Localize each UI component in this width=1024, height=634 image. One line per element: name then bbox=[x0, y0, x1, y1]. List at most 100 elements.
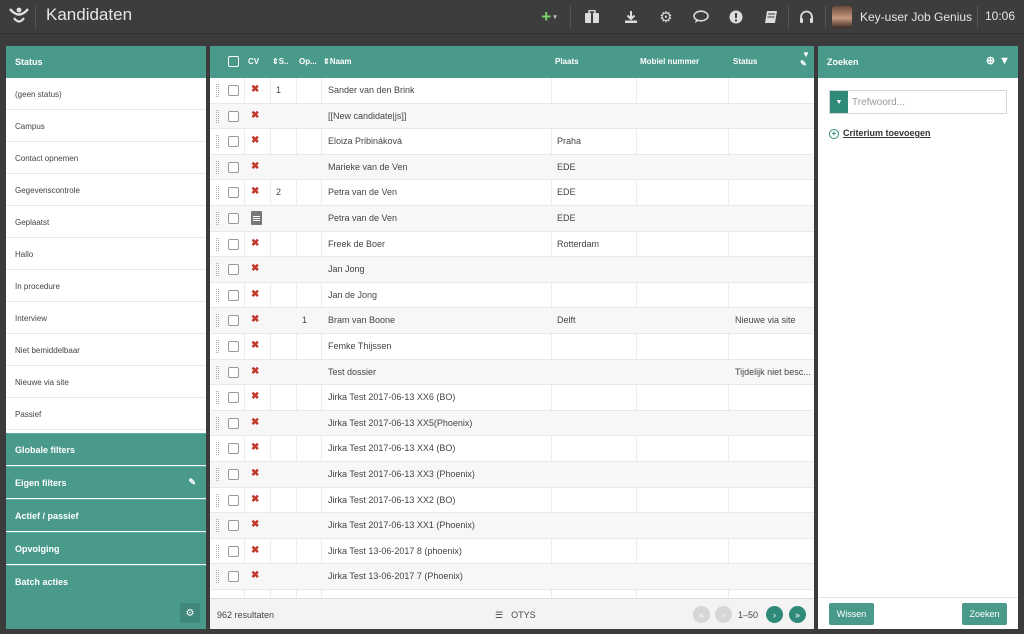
cell-naam[interactable]: Freek de Boer bbox=[328, 239, 548, 249]
section-globale-filters[interactable]: Globale filters bbox=[6, 433, 206, 465]
status-filter-item[interactable]: Hallo bbox=[6, 238, 206, 270]
column-mobiel[interactable]: Mobiel nummer bbox=[640, 57, 699, 66]
status-filter-item[interactable]: Gegevenscontrole bbox=[6, 174, 206, 206]
drag-handle[interactable] bbox=[216, 135, 219, 149]
column-plaats[interactable]: Plaats bbox=[555, 57, 579, 66]
drag-handle[interactable] bbox=[216, 442, 219, 456]
drag-handle[interactable] bbox=[216, 544, 219, 558]
table-row[interactable]: ✖ 1 Sander van den Brink bbox=[210, 78, 814, 104]
drag-handle[interactable] bbox=[216, 570, 219, 584]
cell-naam[interactable]: Eloiza Pribináková bbox=[328, 136, 548, 146]
table-row[interactable]: ✖ Jirka Test 2017-06-13 XX5(Phoenix) bbox=[210, 410, 814, 437]
section-opvolging[interactable]: Opvolging bbox=[6, 532, 206, 564]
cell-naam[interactable]: Test dossier bbox=[328, 367, 548, 377]
cell-naam[interactable]: Femke Thijssen bbox=[328, 341, 548, 351]
drag-handle[interactable] bbox=[216, 493, 219, 507]
cell-naam[interactable]: Jan Jong bbox=[328, 264, 548, 274]
alert-icon[interactable] bbox=[722, 6, 750, 28]
row-checkbox[interactable] bbox=[228, 366, 239, 378]
row-checkbox[interactable] bbox=[228, 315, 239, 327]
drag-handle[interactable] bbox=[216, 211, 219, 225]
download-icon[interactable] bbox=[617, 6, 645, 28]
column-status[interactable]: Status bbox=[733, 57, 757, 66]
next-page-button[interactable]: › bbox=[766, 606, 783, 623]
status-header[interactable]: Status bbox=[6, 46, 206, 78]
add-criterium-link[interactable]: + Criterium toevoegen bbox=[829, 128, 931, 139]
cell-naam[interactable]: Jan de Jong bbox=[328, 290, 548, 300]
table-row[interactable]: ✖ Marieke van de Ven EDE bbox=[210, 154, 814, 181]
drag-handle[interactable] bbox=[216, 263, 219, 277]
table-row[interactable]: ✖ Jirka Test 2017-06-13 XX1 (Phoenix) bbox=[210, 513, 814, 539]
table-row[interactable]: ✖ Femke Thijssen bbox=[210, 334, 814, 360]
drag-handle[interactable] bbox=[216, 186, 219, 200]
cell-naam[interactable]: Jirka Test 13-06-2017 7 (Phoenix) bbox=[328, 571, 548, 581]
table-row[interactable]: ✖ 1 Bram van Boone Delft Nieuwe via site bbox=[210, 308, 814, 334]
cell-naam[interactable]: Marieke van de Ven bbox=[328, 162, 548, 172]
row-checkbox[interactable] bbox=[228, 85, 239, 96]
table-row[interactable]: ✖ 2 Petra van de Ven EDE bbox=[210, 180, 814, 206]
table-row[interactable]: ✖ Jan de Jong bbox=[210, 283, 814, 309]
status-filter-item[interactable]: Geplaatst bbox=[6, 206, 206, 238]
row-checkbox[interactable] bbox=[228, 494, 239, 506]
row-checkbox[interactable] bbox=[228, 392, 239, 404]
table-row[interactable]: ✖ Jirka Test 2017-06-13 XX2 (BO) bbox=[210, 488, 814, 514]
clear-button[interactable]: Wissen bbox=[829, 603, 874, 625]
table-row[interactable]: ✖ [[New candidate|js]] bbox=[210, 103, 814, 130]
filter-icon[interactable]: ▼ bbox=[999, 55, 1010, 67]
column-naam[interactable]: ⇕Naam bbox=[323, 57, 352, 66]
first-page-button[interactable]: « bbox=[693, 606, 710, 623]
status-filter-item[interactable]: In procedure bbox=[6, 270, 206, 302]
otys-export[interactable]: ☰ OTYS bbox=[495, 610, 536, 621]
cell-naam[interactable]: Jirka Test 2017-06-13 XX4 (BO) bbox=[328, 443, 548, 453]
table-row[interactable]: ✖ Jan Jong bbox=[210, 257, 814, 283]
drag-handle[interactable] bbox=[216, 467, 219, 481]
row-checkbox[interactable] bbox=[228, 264, 239, 276]
keyword-input[interactable] bbox=[852, 93, 1002, 111]
table-row[interactable]: ✖ Freek de Boer Rotterdam bbox=[210, 232, 814, 258]
row-checkbox[interactable] bbox=[228, 520, 239, 532]
edit-columns-icon[interactable]: ✎ bbox=[800, 59, 807, 68]
status-filter-item[interactable]: Passief bbox=[6, 398, 206, 430]
table-row[interactable]: Petra van de Ven EDE bbox=[210, 205, 814, 232]
row-checkbox[interactable] bbox=[228, 340, 239, 352]
row-checkbox[interactable] bbox=[228, 468, 239, 480]
row-checkbox[interactable] bbox=[228, 545, 239, 557]
row-checkbox[interactable] bbox=[228, 212, 239, 224]
chat-icon[interactable] bbox=[687, 6, 715, 28]
gear-icon[interactable]: ⚙ bbox=[652, 6, 680, 28]
row-checkbox[interactable] bbox=[228, 571, 239, 583]
status-filter-item[interactable]: Nieuwe via site bbox=[6, 366, 206, 398]
status-filter-item[interactable]: Campus bbox=[6, 110, 206, 142]
drag-handle[interactable] bbox=[216, 109, 219, 123]
select-all-checkbox[interactable] bbox=[228, 56, 239, 67]
row-checkbox[interactable] bbox=[228, 238, 239, 250]
section-eigen-filters[interactable]: Eigen filters ✎ bbox=[6, 466, 206, 498]
cell-naam[interactable]: Jirka Test 2017-06-13 XX1 (Phoenix) bbox=[328, 520, 548, 530]
cell-naam[interactable]: Jirka Test 2017-06-13 XX3 (Phoenix) bbox=[328, 469, 548, 479]
table-row[interactable]: ✖ Eloiza Pribináková Praha bbox=[210, 129, 814, 155]
search-button[interactable]: Zoeken bbox=[962, 603, 1007, 625]
table-row[interactable]: ✖ Jirka Test 2017-06-13 XX3 (Phoenix) bbox=[210, 461, 814, 488]
cell-naam[interactable]: Bram van Boone bbox=[328, 315, 548, 325]
section-batch-acties[interactable]: Batch acties bbox=[6, 565, 206, 597]
row-checkbox[interactable] bbox=[228, 161, 239, 173]
cell-naam[interactable]: Jirka Test 2017-06-13 XX2 (BO) bbox=[328, 495, 548, 505]
drag-handle[interactable] bbox=[216, 84, 219, 97]
row-checkbox[interactable] bbox=[228, 110, 239, 122]
book-icon[interactable] bbox=[757, 6, 785, 28]
row-checkbox[interactable] bbox=[228, 443, 239, 455]
status-filter-item[interactable]: Niet bemiddelbaar bbox=[6, 334, 206, 366]
cv-document-icon[interactable] bbox=[251, 210, 262, 225]
column-s[interactable]: ⇕S.. bbox=[272, 57, 288, 66]
drag-handle[interactable] bbox=[216, 160, 219, 174]
row-checkbox[interactable] bbox=[228, 136, 239, 148]
column-filter-icon[interactable]: ▼ bbox=[802, 50, 810, 59]
status-filter-item[interactable]: Contact opnemen bbox=[6, 142, 206, 174]
drag-handle[interactable] bbox=[216, 416, 219, 430]
cell-naam[interactable]: Jirka Test 13-06-2017 8 (phoenix) bbox=[328, 546, 548, 556]
drag-handle[interactable] bbox=[216, 288, 219, 302]
search-type-dropdown[interactable]: ▼ bbox=[830, 91, 848, 113]
table-row[interactable]: ✖ Jirka Test 13-06-2017 8 (phoenix) bbox=[210, 539, 814, 565]
table-row[interactable]: ✖ Test dossier Tijdelijk niet besc... bbox=[210, 359, 814, 386]
drag-handle[interactable] bbox=[216, 237, 219, 251]
